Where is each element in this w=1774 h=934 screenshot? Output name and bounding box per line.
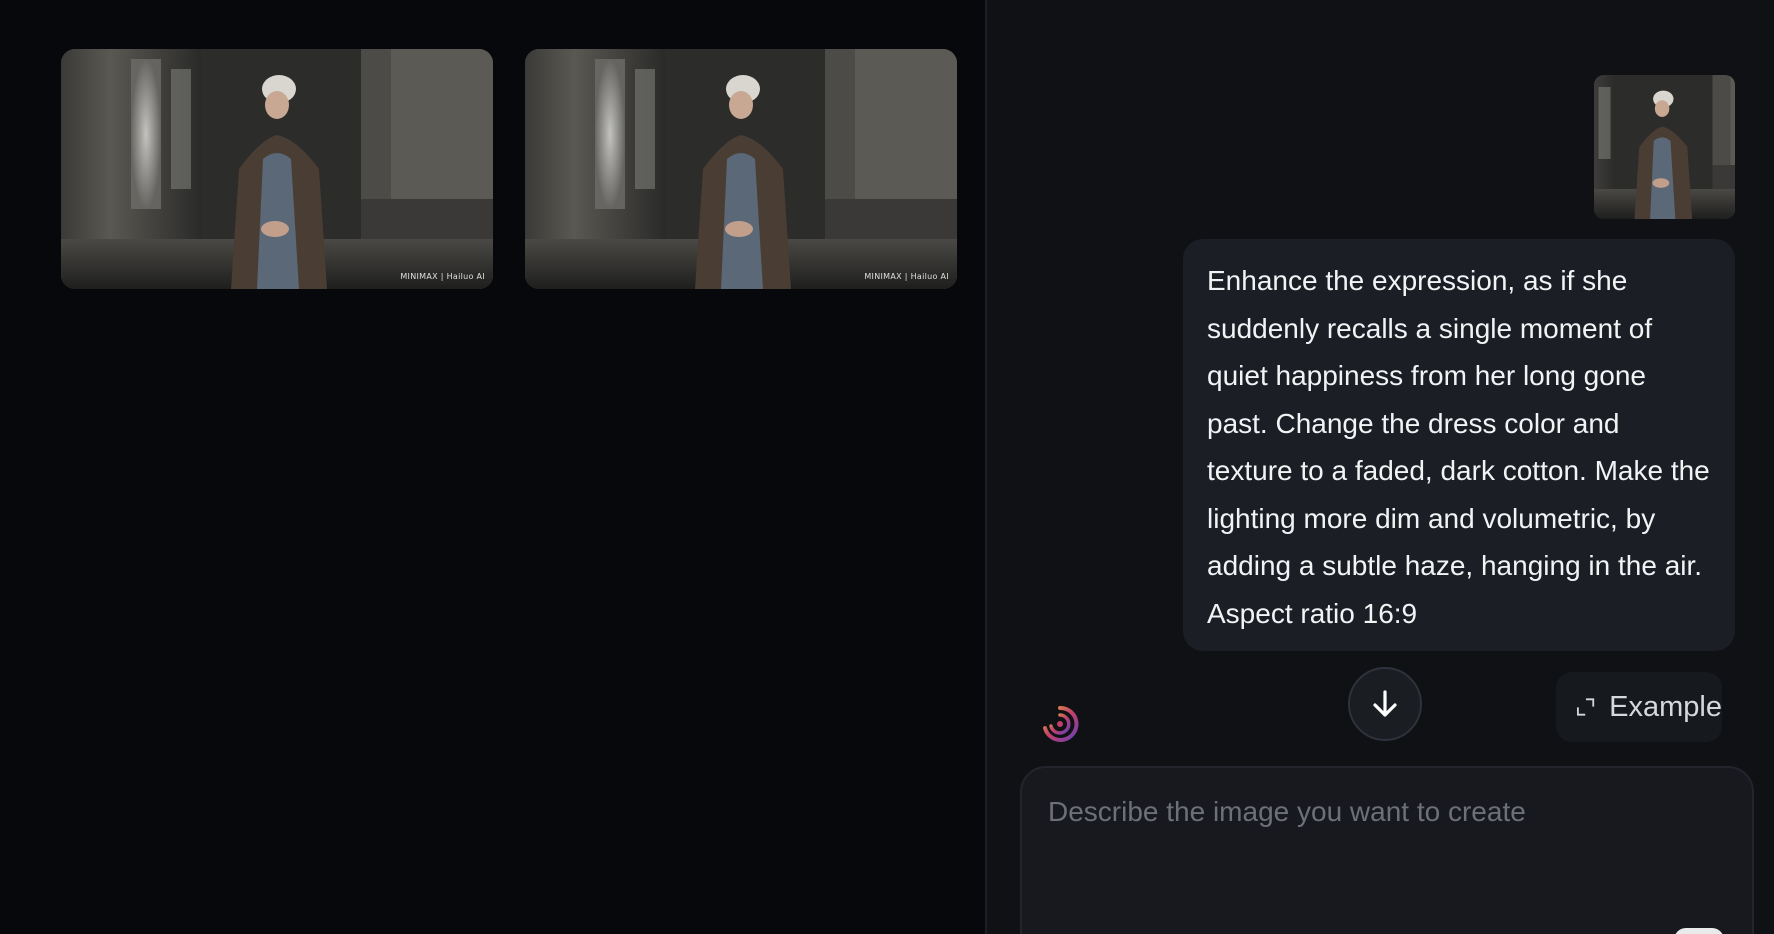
user-message-bubble: Enhance the expression, as if she sudden…	[1183, 239, 1735, 651]
example-button-label: Example	[1609, 690, 1722, 723]
arrow-down-icon	[1373, 690, 1397, 717]
send-button[interactable]	[1674, 928, 1724, 934]
app-root: MINIMAX | Hailuo AI MINIMAX | Hailuo AI …	[0, 0, 1774, 934]
expand-icon	[1577, 698, 1595, 716]
reference-image[interactable]	[1594, 75, 1735, 219]
image-gallery: MINIMAX | Hailuo AI MINIMAX | Hailuo AI	[0, 0, 985, 934]
watermark: MINIMAX | Hailuo AI	[864, 272, 949, 281]
example-button[interactable]: Example	[1556, 672, 1722, 742]
scroll-down-button[interactable]	[1348, 667, 1422, 741]
generated-image-1-picture	[61, 49, 493, 289]
generated-image-2-picture	[525, 49, 957, 289]
reference-image-picture	[1594, 75, 1735, 219]
prompt-input-container	[1020, 766, 1754, 934]
generated-image-2[interactable]: MINIMAX | Hailuo AI	[525, 49, 957, 289]
generated-image-1[interactable]: MINIMAX | Hailuo AI	[61, 49, 493, 289]
prompt-input[interactable]	[1046, 794, 1730, 918]
hailuo-logo-icon	[1040, 704, 1080, 744]
chat-panel: Enhance the expression, as if she sudden…	[987, 0, 1774, 934]
user-message-text: Enhance the expression, as if she sudden…	[1207, 265, 1710, 629]
watermark: MINIMAX | Hailuo AI	[400, 272, 485, 281]
